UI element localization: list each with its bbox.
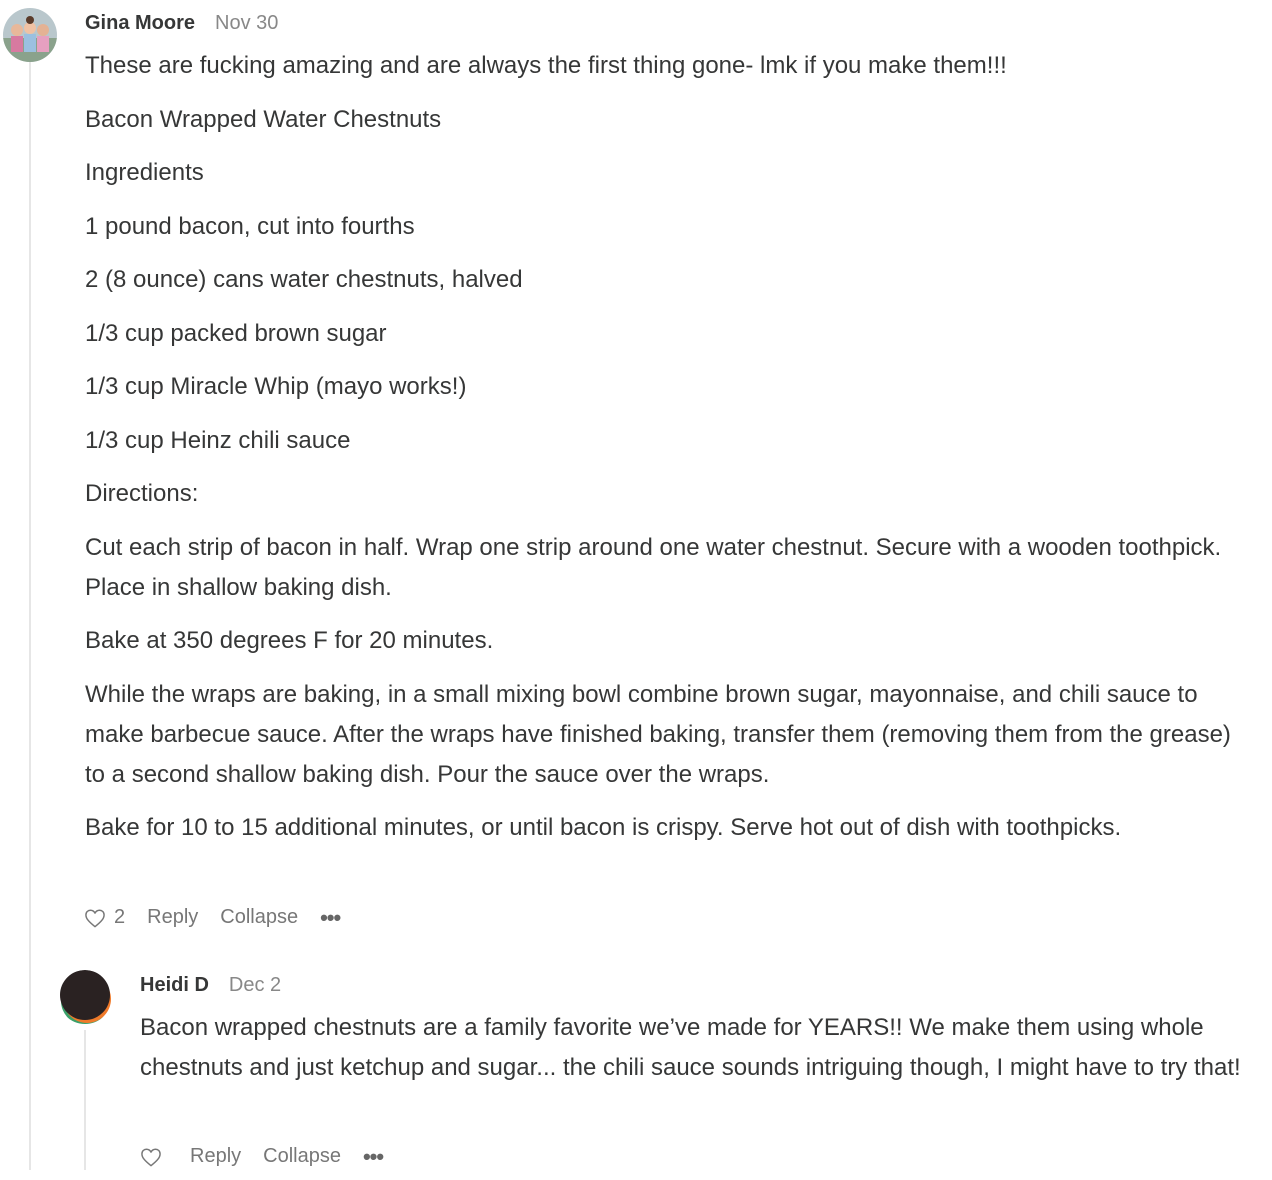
author-name[interactable]: Gina Moore [85, 12, 195, 35]
comment-header: Gina Moore Nov 30 [85, 12, 278, 35]
avatar-heidi-d[interactable] [58, 970, 112, 1024]
like-button[interactable]: 2 [84, 906, 125, 929]
comment-paragraph: While the wraps are baking, in a small m… [85, 680, 1231, 788]
reply-button[interactable]: Reply [147, 906, 198, 929]
ellipsis-icon[interactable]: ••• [320, 906, 341, 929]
comment-header: Heidi D Dec 2 [140, 974, 281, 997]
comment-paragraph: Bake at 350 degrees F for 20 minutes. [85, 627, 494, 654]
comment-paragraph: Directions: [85, 480, 199, 507]
comment-paragraph: 1/3 cup Miracle Whip (mayo works!) [85, 373, 467, 400]
heart-icon [140, 1147, 162, 1167]
comment-paragraph: 1/3 cup packed brown sugar [85, 319, 387, 347]
ellipsis-icon[interactable]: ••• [363, 1145, 384, 1168]
like-button[interactable] [140, 1147, 162, 1167]
reply-button[interactable]: Reply [190, 1145, 241, 1168]
comment-actions: 2 Reply Collapse ••• [84, 906, 341, 929]
comment-paragraph: Bacon Wrapped Water Chestnuts [85, 105, 442, 133]
comment-paragraph: 1 pound bacon, cut into fourths [85, 212, 415, 240]
comment-paragraph: Bake for 10 to 15 additional minutes, or… [85, 814, 1122, 841]
comment-body: Bacon wrapped chestnuts are a family fav… [140, 1008, 1250, 1102]
comment-actions: Reply Collapse ••• [140, 1145, 384, 1168]
comment-paragraph: Cut each strip of bacon in half. Wrap on… [85, 533, 1222, 601]
comment-date[interactable]: Dec 2 [229, 974, 281, 997]
collapse-button[interactable]: Collapse [263, 1145, 341, 1168]
comment-paragraph: Bacon wrapped chestnuts are a family fav… [140, 1014, 1241, 1081]
thread-line-reply [84, 1030, 86, 1170]
comment-paragraph: 2 (8 ounce) cans water chestnuts, halved [85, 266, 523, 293]
comment-date[interactable]: Nov 30 [215, 12, 278, 35]
comment-body: These are fucking amazing and are always… [85, 46, 1245, 862]
thread-line-main [29, 62, 31, 1170]
heart-icon [84, 908, 106, 928]
collapse-button[interactable]: Collapse [220, 906, 298, 929]
like-count: 2 [114, 906, 126, 928]
avatar-gina-moore[interactable] [3, 8, 57, 62]
comment-paragraph: Ingredients [85, 159, 204, 186]
comment-paragraph: 1/3 cup Heinz chili sauce [85, 426, 351, 454]
author-name[interactable]: Heidi D [140, 974, 209, 997]
comment-paragraph: These are fucking amazing and are always… [85, 52, 1007, 79]
